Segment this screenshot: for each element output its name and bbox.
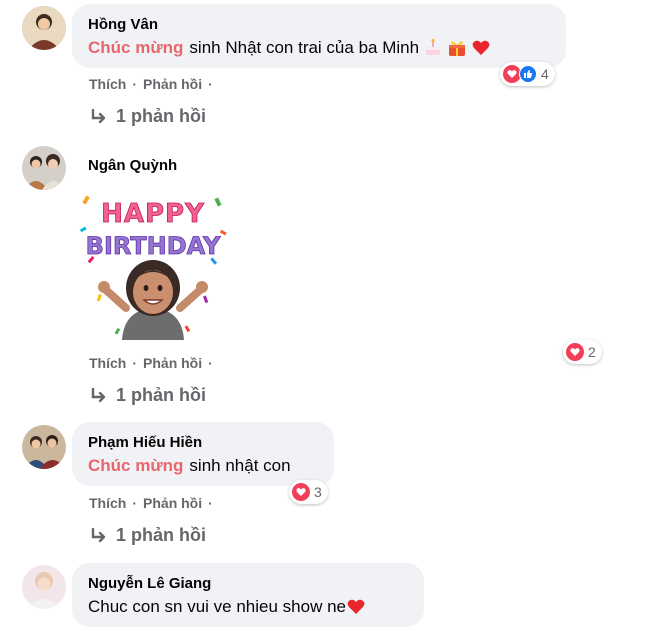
like-reaction-icon — [519, 65, 537, 83]
highlight-text[interactable]: Chúc mừng — [88, 456, 183, 476]
view-replies-link[interactable]: 1 phản hồi — [90, 106, 206, 127]
reaction-count: 3 — [314, 484, 322, 500]
comment-bubble: Nguyễn Lê Giang Chuc con sn vui ve nhieu… — [72, 563, 424, 627]
action-separator: · — [208, 355, 213, 371]
comment-actions: Thích · Phản hồi · — [89, 355, 219, 371]
heart-emoji-icon — [471, 38, 491, 58]
love-reaction-icon — [292, 483, 310, 501]
comment-actions: Thích · Phản hồi · — [89, 495, 219, 511]
like-link[interactable]: Thích — [89, 495, 126, 511]
sticker-line1: HAPPY — [101, 199, 205, 229]
action-separator: · — [132, 355, 138, 371]
action-separator: · — [132, 495, 138, 511]
reply-arrow-icon — [91, 527, 106, 542]
comment-body: sinh nhật con — [189, 456, 291, 475]
action-separator: · — [208, 76, 213, 92]
comment-actions: Thích · Phản hồi · — [89, 76, 219, 92]
reply-link[interactable]: Phản hồi — [143, 355, 202, 371]
action-separator: · — [208, 495, 213, 511]
avatar[interactable] — [22, 425, 66, 469]
avatar[interactable] — [22, 565, 66, 609]
heart-emoji-icon — [346, 597, 366, 617]
comment-text: Chuc con sn vui ve nhieu show ne — [88, 597, 366, 617]
reply-link[interactable]: Phản hồi — [143, 76, 202, 92]
comment-body: sinh Nhật con trai của ba Minh — [189, 38, 420, 57]
birthday-sticker[interactable]: HAPPY BIRTHDAY — [76, 186, 230, 340]
comment-author[interactable]: Ngân Quỳnh — [88, 157, 177, 174]
cake-emoji-icon — [423, 38, 443, 58]
reply-link[interactable]: Phản hồi — [143, 495, 202, 511]
view-replies-link[interactable]: 1 phản hồi — [90, 525, 206, 546]
avatar[interactable] — [22, 6, 66, 50]
reaction-summary[interactable]: 4 — [500, 62, 555, 86]
like-link[interactable]: Thích — [89, 355, 126, 371]
highlight-text[interactable]: Chúc mừng — [88, 38, 183, 58]
action-separator: · — [132, 76, 138, 92]
reaction-count: 2 — [588, 344, 596, 360]
comment-author[interactable]: Nguyễn Lê Giang — [88, 575, 211, 592]
comment-author[interactable]: Hồng Vân — [88, 16, 158, 33]
gift-emoji-icon — [447, 38, 467, 58]
love-reaction-icon — [566, 343, 584, 361]
reaction-summary[interactable]: 3 — [289, 480, 328, 504]
comment-text: Chúc mừng sinh nhật con — [88, 456, 291, 476]
comment-author[interactable]: Phạm Hiếu Hiền — [88, 434, 202, 451]
replies-label: 1 phản hồi — [116, 385, 206, 405]
comment-text: Chúc mừng sinh Nhật con trai của ba Minh — [88, 38, 491, 58]
comment-bubble: Phạm Hiếu Hiền Chúc mừng sinh nhật con — [72, 422, 334, 486]
replies-label: 1 phản hồi — [116, 525, 206, 545]
reply-arrow-icon — [91, 108, 106, 123]
comment-body: Chuc con sn vui ve nhieu show ne — [88, 597, 346, 616]
view-replies-link[interactable]: 1 phản hồi — [90, 385, 206, 406]
reaction-summary[interactable]: 2 — [563, 340, 602, 364]
sticker-line2: BIRTHDAY — [86, 232, 221, 260]
reply-arrow-icon — [91, 387, 106, 402]
replies-label: 1 phản hồi — [116, 106, 206, 126]
avatar[interactable] — [22, 146, 66, 190]
reaction-count: 4 — [541, 66, 549, 82]
like-link[interactable]: Thích — [89, 76, 126, 92]
comment-bubble: Hồng Vân Chúc mừng sinh Nhật con trai củ… — [72, 4, 566, 68]
